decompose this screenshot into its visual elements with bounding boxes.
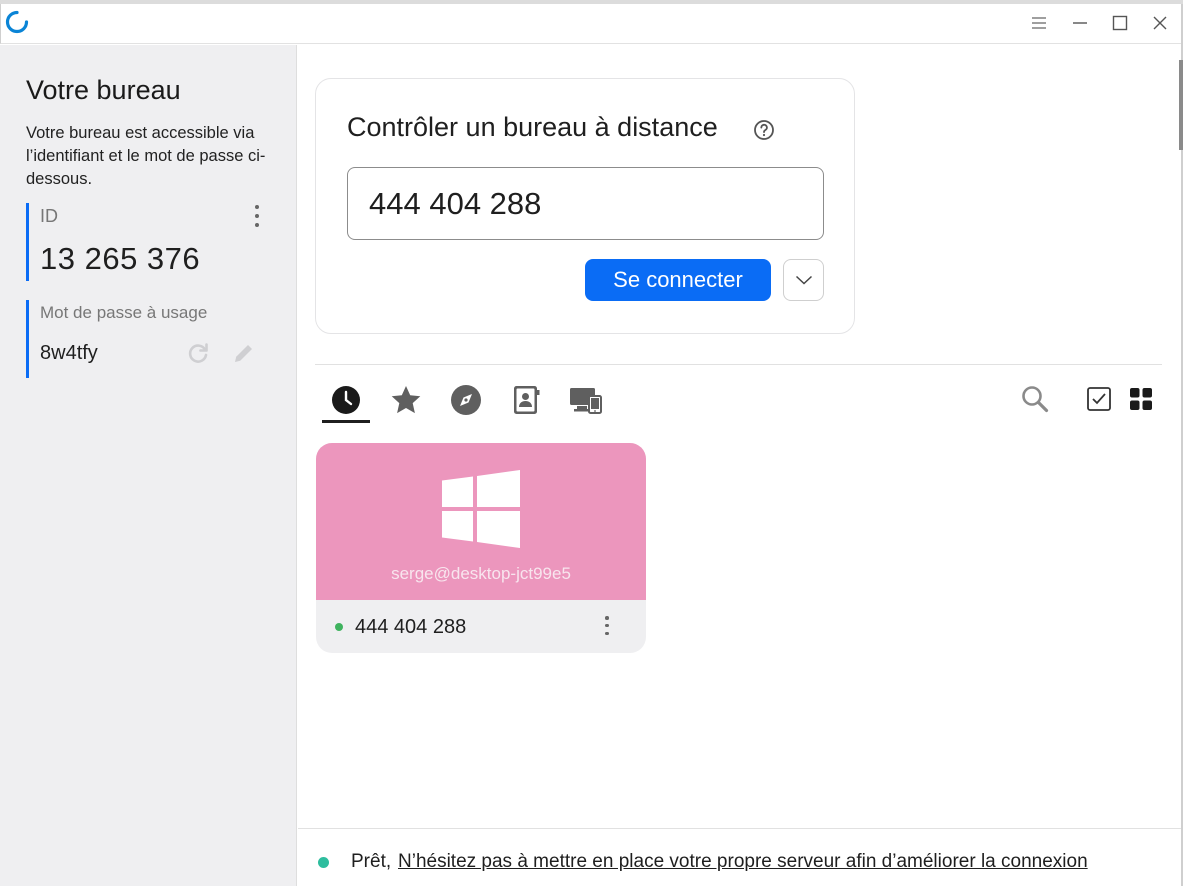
connect-card: Contrôler un bureau à distance Se connec… — [315, 78, 855, 334]
connect-options-button[interactable] — [783, 259, 824, 301]
chevron-down-icon — [795, 275, 812, 285]
sidebar-title: Votre bureau — [26, 75, 181, 105]
history-icon — [332, 386, 360, 414]
id-block: ID 13 265 376 — [26, 203, 276, 281]
devices-icon — [570, 388, 602, 414]
sidebar: Votre bureau Votre bureau est accessible… — [0, 45, 297, 886]
app-window: Votre bureau Votre bureau est accessible… — [0, 0, 1183, 886]
remote-id-input[interactable] — [347, 167, 824, 240]
star-icon — [391, 386, 421, 414]
grid-view-icon[interactable] — [1125, 383, 1157, 415]
address-book-icon — [514, 386, 540, 414]
scrollbar-thumb[interactable] — [1179, 60, 1183, 150]
menu-icon[interactable] — [1024, 10, 1054, 36]
title-bar — [0, 4, 1181, 44]
compass-icon — [451, 385, 481, 415]
sidebar-description: Votre bureau est accessible via l’identi… — [26, 124, 266, 188]
connect-title: Contrôler un bureau à distance — [347, 112, 718, 142]
minimize-icon[interactable] — [1065, 10, 1095, 36]
peer-more-icon[interactable] — [604, 616, 610, 635]
peer-username: serge@desktop-jct99e5 — [391, 564, 571, 583]
id-more-icon[interactable] — [254, 205, 260, 227]
maximize-icon[interactable] — [1105, 10, 1135, 36]
peer-thumbnail: serge@desktop-jct99e5 — [316, 443, 646, 600]
peer-card[interactable]: serge@desktop-jct99e5 444 404 288 — [316, 443, 646, 653]
tab-discovered[interactable] — [445, 380, 487, 424]
windows-icon — [442, 470, 520, 548]
refresh-password-icon[interactable] — [185, 340, 211, 366]
status-bar: Prêt, N’hésitez pas à mettre en place vo… — [298, 828, 1181, 886]
online-status-dot — [335, 623, 343, 631]
password-label: Mot de passe à usage — [40, 303, 208, 322]
checkbox-icon[interactable] — [1083, 383, 1115, 415]
setup-server-link[interactable]: N’hésitez pas à mettre en place votre pr… — [398, 851, 1088, 873]
search-icon[interactable] — [1019, 383, 1051, 415]
id-label: ID — [40, 206, 58, 226]
tab-address-book[interactable] — [505, 380, 547, 424]
password-value[interactable]: 8w4tfy — [40, 342, 98, 365]
peer-id: 444 404 288 — [355, 616, 467, 638]
connect-button[interactable]: Se connecter — [585, 259, 771, 301]
help-icon[interactable] — [753, 119, 775, 141]
id-value[interactable]: 13 265 376 — [40, 241, 200, 277]
tab-group[interactable] — [565, 380, 607, 424]
connection-status-dot — [318, 857, 329, 868]
password-block: Mot de passe à usage 8w4tfy — [26, 300, 276, 378]
active-tab-indicator — [322, 420, 370, 423]
status-ready-text: Prêt, — [351, 851, 392, 872]
tab-favorites[interactable] — [385, 380, 427, 424]
app-logo-icon — [5, 10, 29, 34]
tab-recent[interactable] — [325, 380, 367, 424]
close-icon[interactable] — [1145, 10, 1175, 36]
section-divider — [315, 364, 1162, 365]
edit-password-icon[interactable] — [231, 340, 257, 366]
